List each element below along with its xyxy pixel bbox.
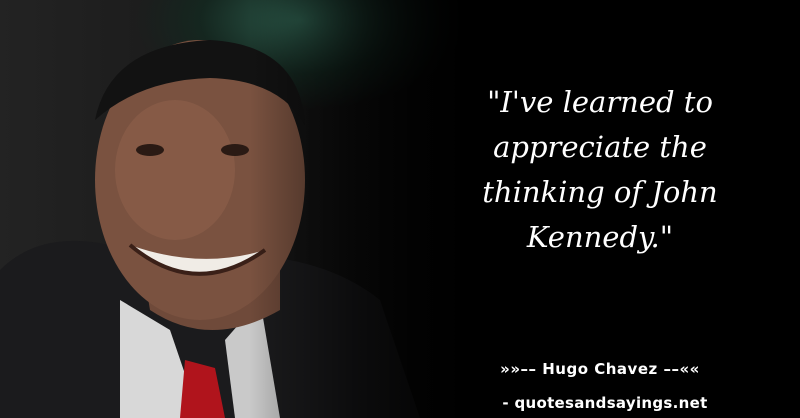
source-line: - quotesandsayings.net — [502, 394, 708, 412]
portrait-illustration — [0, 40, 420, 418]
quote-text: "I've learned to appreciate the thinking… — [482, 85, 718, 254]
quote-card: "I've learned to appreciate the thinking… — [0, 0, 800, 418]
portrait-photo — [0, 0, 520, 418]
author-line: »»–– Hugo Chavez ––«« — [500, 360, 700, 378]
